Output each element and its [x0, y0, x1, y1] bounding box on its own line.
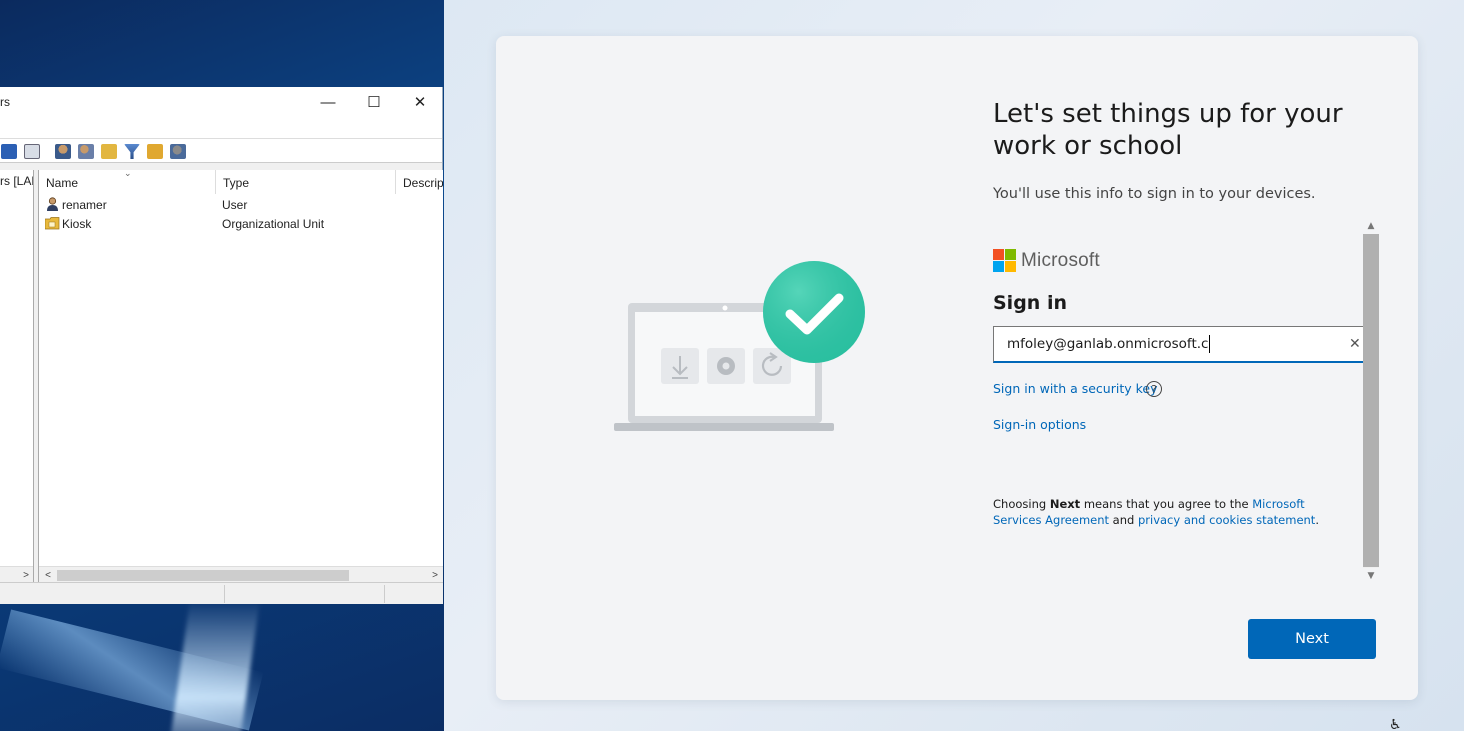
microsoft-wordmark: Microsoft: [1021, 250, 1100, 271]
help-toolbar-icon[interactable]: [1, 144, 17, 159]
details-pane[interactable]: Name ⌄ Type Descript renamer User Kiosk …: [38, 170, 443, 582]
column-header-type-label: Type: [223, 176, 250, 190]
filter-icon[interactable]: [124, 144, 140, 159]
page-subtitle: You'll use this info to sign in to your …: [993, 186, 1316, 202]
scroll-right-icon[interactable]: >: [427, 567, 443, 582]
aduc-content: rs [LAB > Name ⌄ Type Descript renamer: [0, 170, 443, 582]
row-type: Organizational Unit: [222, 217, 325, 231]
signin-heading: Sign in: [993, 292, 1067, 314]
find-icon[interactable]: [147, 144, 163, 159]
ou-folder-icon: [45, 217, 60, 230]
agreement-text: Choosing Next means that you agree to th…: [993, 496, 1353, 528]
tree-hscrollbar[interactable]: >: [0, 566, 33, 582]
aduc-menubar: [0, 117, 442, 139]
status-divider: [224, 585, 225, 603]
page-title: Let's set things up for your work or sch…: [993, 99, 1343, 161]
aduc-toolbar: [0, 139, 442, 163]
console-tree[interactable]: rs [LAB >: [0, 170, 34, 582]
minimize-button[interactable]: —: [305, 87, 351, 117]
agreement-next-bold: Next: [1049, 497, 1081, 511]
list-item[interactable]: Kiosk Organizational Unit: [39, 214, 443, 233]
text-caret: [1209, 335, 1211, 353]
column-header-description[interactable]: Descript: [396, 170, 443, 194]
details-hscrollbar[interactable]: < >: [39, 566, 443, 582]
email-input-value: mfoley@ganlab.onmicrosoft.c: [1007, 336, 1209, 352]
sort-chevron-icon: ⌄: [124, 170, 132, 178]
status-divider: [384, 585, 385, 603]
microsoft-logo-icon: [993, 249, 1016, 272]
maximize-button[interactable]: ☐: [351, 87, 397, 117]
scroll-down-icon[interactable]: ▼: [1363, 568, 1379, 584]
column-header-description-label: Descript: [403, 176, 443, 190]
column-header-name[interactable]: Name ⌄: [39, 170, 216, 194]
console-toolbar-icon[interactable]: [24, 144, 40, 159]
tree-node-label[interactable]: rs [LAB: [0, 174, 33, 188]
signin-vscrollbar[interactable]: ▲ ▼: [1363, 218, 1379, 584]
next-button[interactable]: Next: [1248, 619, 1376, 659]
agreement-middle: means that you agree to the: [1080, 497, 1253, 511]
agreement-and: and: [1109, 513, 1138, 527]
agreement-prefix: Choosing: [993, 497, 1050, 511]
new-group-icon[interactable]: [78, 144, 94, 159]
scroll-up-icon[interactable]: ▲: [1363, 218, 1379, 234]
clear-input-icon[interactable]: ✕: [1349, 336, 1361, 352]
list-item[interactable]: renamer User: [39, 195, 443, 214]
signin-options-link[interactable]: Sign-in options: [993, 417, 1086, 432]
email-input[interactable]: mfoley@ganlab.onmicrosoft.c: [993, 326, 1366, 363]
security-key-link[interactable]: Sign in with a security key: [993, 381, 1158, 396]
column-header-name-label: Name: [46, 176, 79, 190]
aduc-window-title: rs: [0, 95, 10, 109]
agreement-end: .: [1315, 513, 1319, 527]
delegate-icon[interactable]: [170, 144, 186, 159]
hscroll-thumb[interactable]: [57, 570, 349, 581]
new-ou-icon[interactable]: [101, 144, 117, 159]
help-icon[interactable]: ?: [1146, 381, 1162, 397]
privacy-statement-link[interactable]: privacy and cookies statement: [1138, 513, 1315, 527]
laptop-check-illustration: [614, 261, 865, 431]
aduc-statusbar: [0, 582, 443, 604]
user-icon: [47, 197, 58, 211]
vscroll-thumb[interactable]: [1363, 234, 1379, 567]
row-name: Kiosk: [62, 217, 92, 231]
row-name: renamer: [62, 198, 107, 212]
accessibility-icon[interactable]: ♿: [1389, 717, 1402, 731]
close-button[interactable]: ✕: [397, 87, 443, 117]
aduc-window[interactable]: rs — ☐ ✕ rs [LAB > Name ⌄ Type: [0, 87, 443, 604]
aduc-titlebar[interactable]: rs — ☐ ✕: [0, 87, 442, 117]
scroll-left-icon[interactable]: <: [40, 567, 56, 582]
row-type: User: [222, 198, 248, 212]
new-user-icon[interactable]: [55, 144, 71, 159]
column-header-type[interactable]: Type: [216, 170, 396, 194]
tree-scroll-right-icon[interactable]: >: [18, 567, 33, 582]
